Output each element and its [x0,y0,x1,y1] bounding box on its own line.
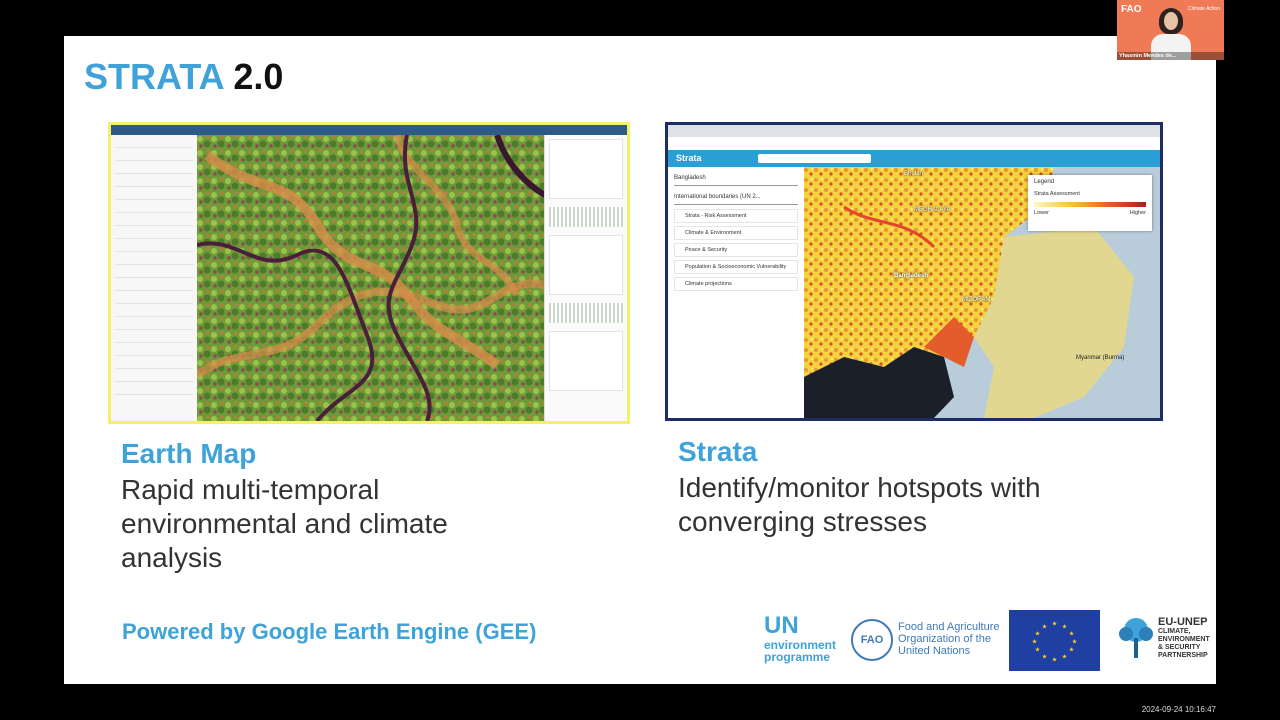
earth-map-satellite-view [197,135,545,421]
label-myanmar: Myanmar (Burma) [1076,355,1125,361]
strata-search-input [758,154,871,163]
partnership-line-5: PARTNERSHIP [1158,652,1208,659]
earth-map-heading: Earth Map [121,438,257,469]
strata-screenshot: Strata Bangladesh International boundari… [665,122,1163,421]
speaker-name: Yhasmin Mendes de... [1117,52,1224,60]
legend-title: Legend [1034,179,1055,185]
strata-logo: Strata [676,153,702,163]
video-tag: Climate Action [1188,6,1220,12]
boundary-select: International boundaries (UN 2... [674,194,798,205]
strata-description: Identify/monitor hotspots with convergin… [678,471,1041,539]
browser-address-bar [668,137,1160,151]
partnership-line-1: EU-UNEP [1158,616,1208,628]
earth-map-description: Rapid multi-temporal environmental and c… [121,473,448,575]
browser-tabs [668,125,1160,137]
earth-map-sidebar [111,135,198,421]
earth-map-line-3: analysis [121,542,223,573]
partnership-line-3: ENVIRONMENT [1158,636,1210,643]
title-version: 2.0 [233,56,284,97]
slide: STRATA 2.0 Strata Bangladesh Internation… [64,36,1216,684]
earth-map-toolbar [111,125,627,135]
legend-low: Lower [1034,210,1049,216]
recording-timestamp: 2024-09-24 10:16:47 [1141,705,1216,714]
strata-heading: Strata [678,436,758,467]
unep-logo: UN environment programme [764,612,836,664]
earth-map-screenshot [108,122,630,424]
label-bangladesh: Bangladesh [894,273,929,279]
unep-un: UN [764,612,799,639]
eu-unep-tree-icon [1119,618,1153,658]
speaker-face [1164,12,1178,30]
menu-climate-projections: Climate projections [674,277,798,291]
legend-layer: Strata Assessment [1034,191,1080,197]
slide-title: STRATA 2.0 [84,56,283,98]
title-brand: STRATA [84,56,224,97]
unep-programme: programme [764,650,831,664]
fao-name-line-2: Organization of the [898,633,991,645]
strata-sidebar: Bangladesh International boundaries (UN … [668,167,805,418]
menu-risk-assessment: Strata - Risk Assessment [674,209,798,223]
speaker-video-thumbnail[interactable]: FAO Climate Action Yhasmin Mendes de... [1117,0,1224,60]
strata-line-1: Identify/monitor hotspots with [678,472,1041,503]
label-meghalaya: MEGHALAYA [914,207,951,213]
menu-climate-environment: Climate & Environment [674,226,798,240]
strata-legend: Legend Strata Assessment Lower Higher [1028,175,1152,231]
video-fao-logo: FAO [1121,4,1142,15]
fao-name-line-1: Food and Agriculture [898,621,1000,633]
powered-by-gee: Powered by Google Earth Engine (GEE) [122,619,537,644]
fao-emblem-icon: FAO [851,619,893,661]
fao-name: Food and Agriculture Organization of the… [898,621,1008,657]
legend-gradient [1034,202,1146,207]
fao-name-line-3: United Nations [898,645,971,657]
earth-map-line-2: environmental and climate [121,508,448,539]
label-mizoram: MIZORAM [962,297,991,303]
earth-map-line-1: Rapid multi-temporal [121,474,380,505]
label-bhutan: Bhutan [904,171,924,177]
legend-high: Higher [1129,210,1146,216]
partnership-line-2: CLIMATE, [1158,628,1191,635]
eu-flag-icon [1009,610,1100,671]
strata-line-2: converging stresses [678,506,928,537]
partnership-line-4: & SECURITY [1158,644,1201,651]
menu-population-vulnerability: Population & Socioeconomic Vulnerability [674,260,798,274]
country-select: Bangladesh [674,175,798,186]
earth-map-charts-panel [544,135,627,421]
strata-app-bar: Strata [668,150,1160,167]
eu-unep-partnership: EU-UNEP CLIMATE, ENVIRONMENT & SECURITY … [1158,616,1214,660]
menu-peace-security: Peace & Security [674,243,798,257]
